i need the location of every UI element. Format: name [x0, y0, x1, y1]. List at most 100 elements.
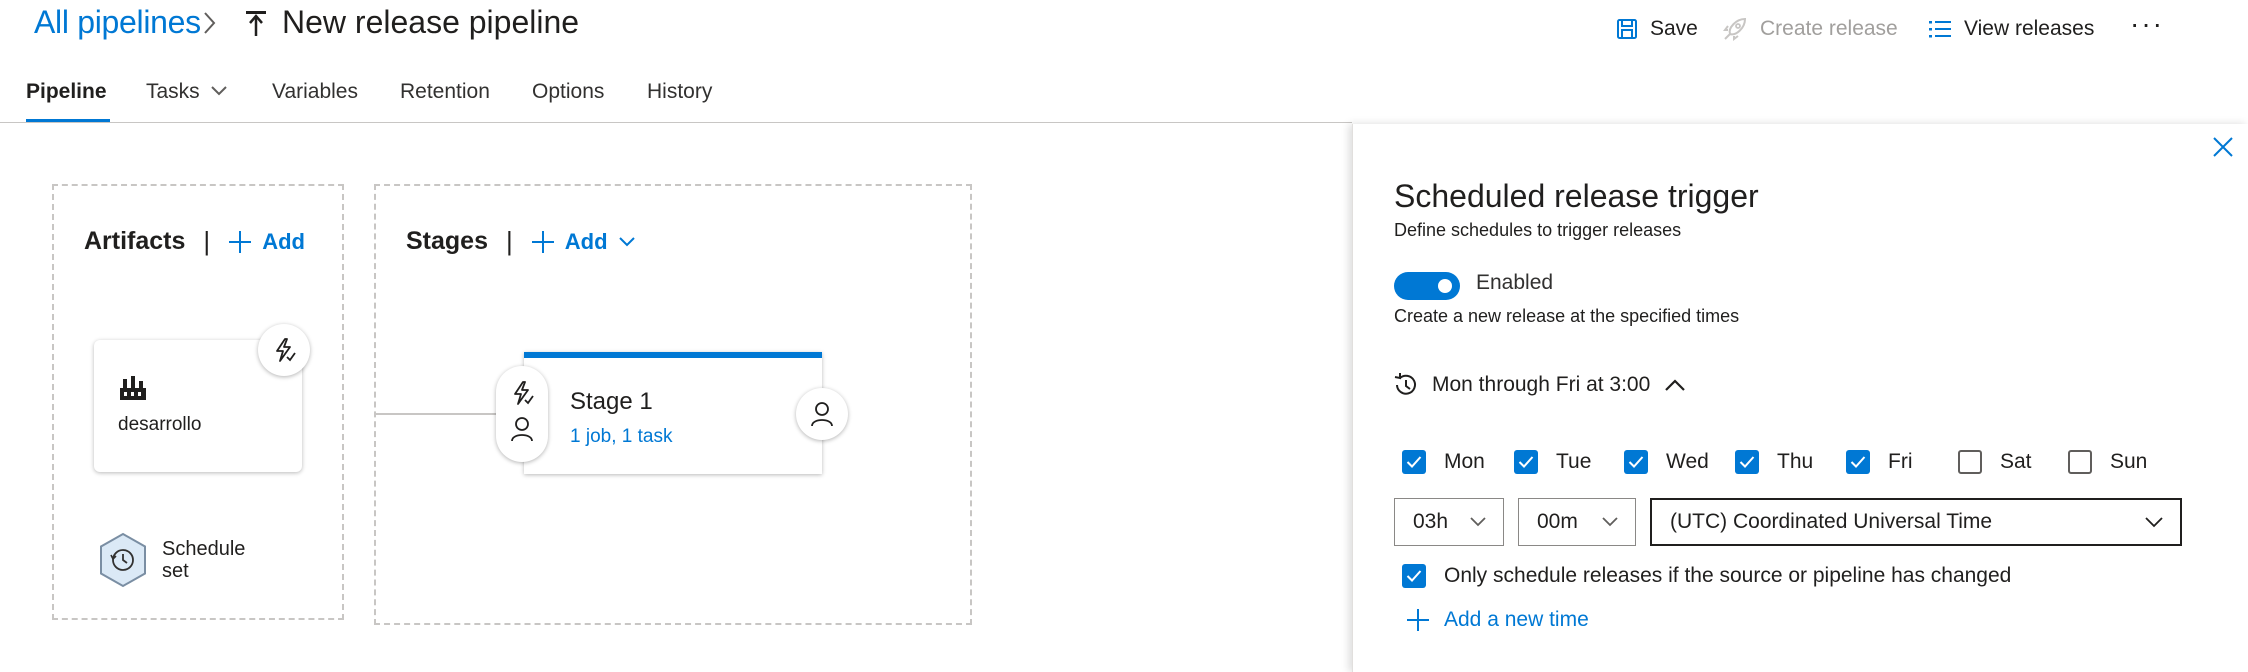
stage-name: Stage 1	[570, 388, 653, 415]
tab-options[interactable]: Options	[532, 80, 604, 120]
day-label: Wed	[1666, 450, 1709, 473]
day-label: Sat	[2000, 450, 2032, 473]
post-deployment-conditions-button[interactable]	[796, 388, 848, 440]
more-options-button[interactable]: ···	[2130, 10, 2164, 38]
stages-header: Stages | Add	[406, 226, 636, 257]
toggle-knob	[1438, 279, 1452, 293]
schedule-hexagon-icon	[98, 532, 148, 588]
tab-tasks[interactable]: Tasks	[146, 80, 228, 120]
chevron-down-icon	[2144, 516, 2164, 528]
stage-jobs-link[interactable]: 1 job, 1 task	[570, 426, 672, 448]
lightning-icon	[509, 380, 535, 406]
day-checkbox-sat[interactable]: Sat	[1958, 450, 2032, 474]
hour-value: 03h	[1413, 510, 1449, 533]
person-icon	[510, 416, 534, 442]
checkbox-checked-icon	[1514, 450, 1538, 474]
person-icon	[810, 401, 834, 427]
view-releases-button[interactable]: View releases	[1928, 14, 2094, 44]
save-button[interactable]: Save	[1616, 14, 1698, 44]
checkbox-checked-icon	[1402, 564, 1426, 588]
only-if-changed-label: Only schedule releases if the source or …	[1444, 564, 2012, 587]
stages-title: Stages	[406, 227, 488, 255]
schedule-set-label: Schedule set	[162, 538, 245, 582]
tab-history[interactable]: History	[647, 80, 712, 120]
artifacts-separator: |	[203, 226, 211, 256]
schedule-trigger-button[interactable]	[98, 532, 148, 588]
chevron-right-icon	[202, 10, 218, 36]
day-checkbox-fri[interactable]: Fri	[1846, 450, 1913, 474]
checkbox-checked-icon	[1846, 450, 1870, 474]
tab-pipeline[interactable]: Pipeline	[26, 80, 107, 120]
day-label: Tue	[1556, 450, 1592, 473]
enabled-toggle-label: Enabled	[1476, 271, 1554, 294]
tab-retention[interactable]: Retention	[400, 80, 490, 120]
chevron-down-icon	[1601, 516, 1619, 528]
schedule-summary-toggle[interactable]: Mon through Fri at 3:00	[1392, 372, 1686, 398]
checkbox-checked-icon	[1735, 450, 1759, 474]
plus-icon	[228, 230, 252, 254]
artifacts-header: Artifacts | Add	[84, 226, 305, 257]
day-checkbox-mon[interactable]: Mon	[1402, 450, 1485, 474]
hour-dropdown[interactable]: 03h	[1394, 498, 1504, 546]
history-icon	[1392, 372, 1418, 398]
add-stage-label: Add	[564, 228, 608, 254]
create-release-button[interactable]: Create release	[1722, 14, 1898, 44]
day-checkbox-sun[interactable]: Sun	[2068, 450, 2147, 474]
add-stage-button[interactable]: Add	[531, 229, 636, 255]
checkbox-checked-icon	[1624, 450, 1648, 474]
view-releases-label: View releases	[1964, 17, 2095, 40]
artifacts-title: Artifacts	[84, 227, 186, 255]
timezone-value: (UTC) Coordinated Universal Time	[1670, 510, 1993, 533]
tab-tasks-label: Tasks	[146, 80, 200, 103]
create-release-label: Create release	[1760, 17, 1898, 40]
chevron-down-icon	[618, 235, 636, 249]
save-label: Save	[1650, 17, 1698, 40]
pre-deployment-conditions-button[interactable]	[496, 366, 548, 462]
day-label: Thu	[1777, 450, 1814, 473]
artifact-name: desarrollo	[118, 414, 202, 435]
day-label: Sun	[2110, 450, 2148, 473]
tab-variables[interactable]: Variables	[272, 80, 358, 120]
lightning-icon	[271, 337, 297, 363]
enabled-toggle[interactable]	[1394, 272, 1460, 300]
breadcrumb-all-pipelines[interactable]: All pipelines	[34, 4, 201, 41]
schedule-label-line1: Schedule	[162, 538, 246, 560]
chevron-down-icon	[210, 80, 228, 120]
release-pipeline-icon	[244, 10, 268, 38]
plus-icon	[531, 230, 555, 254]
panel-title: Scheduled release trigger	[1394, 178, 1759, 214]
day-label: Mon	[1444, 450, 1485, 473]
checkbox-checked-icon	[1402, 450, 1426, 474]
checkbox-unchecked-icon	[1958, 450, 1982, 474]
timezone-dropdown[interactable]: (UTC) Coordinated Universal Time	[1650, 498, 2182, 546]
list-icon	[1928, 19, 1952, 39]
checkbox-unchecked-icon	[2068, 450, 2092, 474]
plus-icon	[1406, 608, 1430, 632]
save-icon	[1616, 18, 1638, 40]
rocket-icon	[1722, 16, 1748, 42]
schedule-label-line2: set	[162, 560, 189, 582]
minute-dropdown[interactable]: 00m	[1518, 498, 1636, 546]
day-label: Fri	[1888, 450, 1913, 473]
build-artifact-icon	[118, 374, 148, 402]
add-new-time-label: Add a new time	[1444, 608, 1589, 631]
add-artifact-label: Add	[262, 228, 305, 254]
only-if-changed-checkbox[interactable]: Only schedule releases if the source or …	[1402, 564, 2011, 588]
add-artifact-button[interactable]: Add	[228, 229, 305, 255]
minute-value: 00m	[1537, 510, 1578, 533]
add-new-time-button[interactable]: Add a new time	[1406, 608, 1589, 632]
day-checkbox-thu[interactable]: Thu	[1735, 450, 1813, 474]
continuous-deployment-trigger-button[interactable]	[258, 324, 310, 376]
close-icon[interactable]	[2212, 136, 2234, 158]
stage-card[interactable]: Stage 1 1 job, 1 task	[524, 352, 822, 474]
day-checkbox-tue[interactable]: Tue	[1514, 450, 1591, 474]
schedule-summary-label: Mon through Fri at 3:00	[1432, 373, 1651, 396]
toggle-description: Create a new release at the specified ti…	[1394, 306, 1740, 326]
panel-subtitle: Define schedules to trigger releases	[1394, 220, 1682, 240]
chevron-down-icon	[1469, 516, 1487, 528]
tabs-divider	[0, 122, 1352, 123]
artifact-stage-connector	[374, 413, 498, 415]
day-checkbox-wed[interactable]: Wed	[1624, 450, 1709, 474]
stages-separator: |	[505, 226, 513, 256]
page-title: New release pipeline	[282, 4, 580, 40]
